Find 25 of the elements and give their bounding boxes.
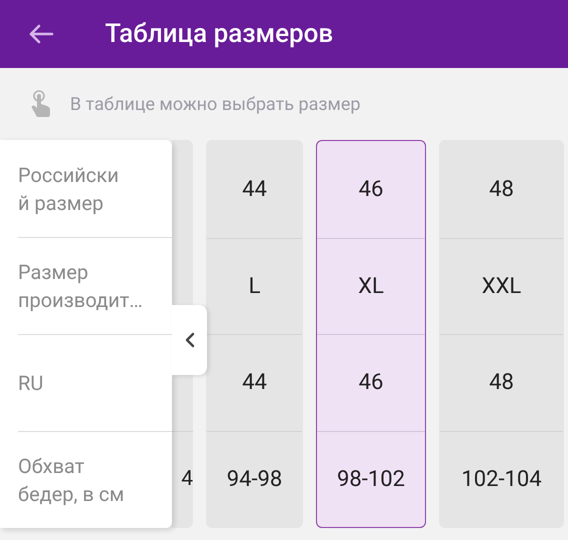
size-cell-text: 98-102 <box>337 466 405 494</box>
hint-text: В таблице можно выбрать размер <box>70 92 361 116</box>
size-cell-text: 46 <box>358 369 384 398</box>
row-label: RU <box>18 370 44 397</box>
size-cell-text: 102-104 <box>461 466 542 494</box>
size-column[interactable]: 48 XXL 48 102-104 <box>439 140 564 528</box>
size-cell-text: 46 <box>358 176 384 204</box>
back-arrow-icon <box>28 23 54 45</box>
size-column[interactable]: 46 XL 46 98-102 <box>316 140 426 528</box>
size-cell-text: 48 <box>489 176 514 204</box>
row-label: Размер производит… <box>18 259 143 314</box>
row-label: Обхват бедер, в см <box>18 453 124 508</box>
size-cell-text: 4 <box>181 466 193 494</box>
row-label: Российски й размер <box>18 162 119 216</box>
size-cell-text: XXL <box>482 272 522 301</box>
chevron-left-icon <box>184 332 194 348</box>
size-cell-text: L <box>248 272 260 301</box>
page-title: Таблица размеров <box>105 18 334 50</box>
size-cell-text: 48 <box>489 369 514 398</box>
size-cell-text: XL <box>358 272 384 301</box>
size-column[interactable]: 44 L 44 94-98 <box>206 140 303 528</box>
size-cell-text: 44 <box>242 369 267 398</box>
size-cell-text: 44 <box>242 176 267 204</box>
size-cell-text: 94-98 <box>226 466 282 494</box>
tap-hand-icon <box>30 90 52 118</box>
